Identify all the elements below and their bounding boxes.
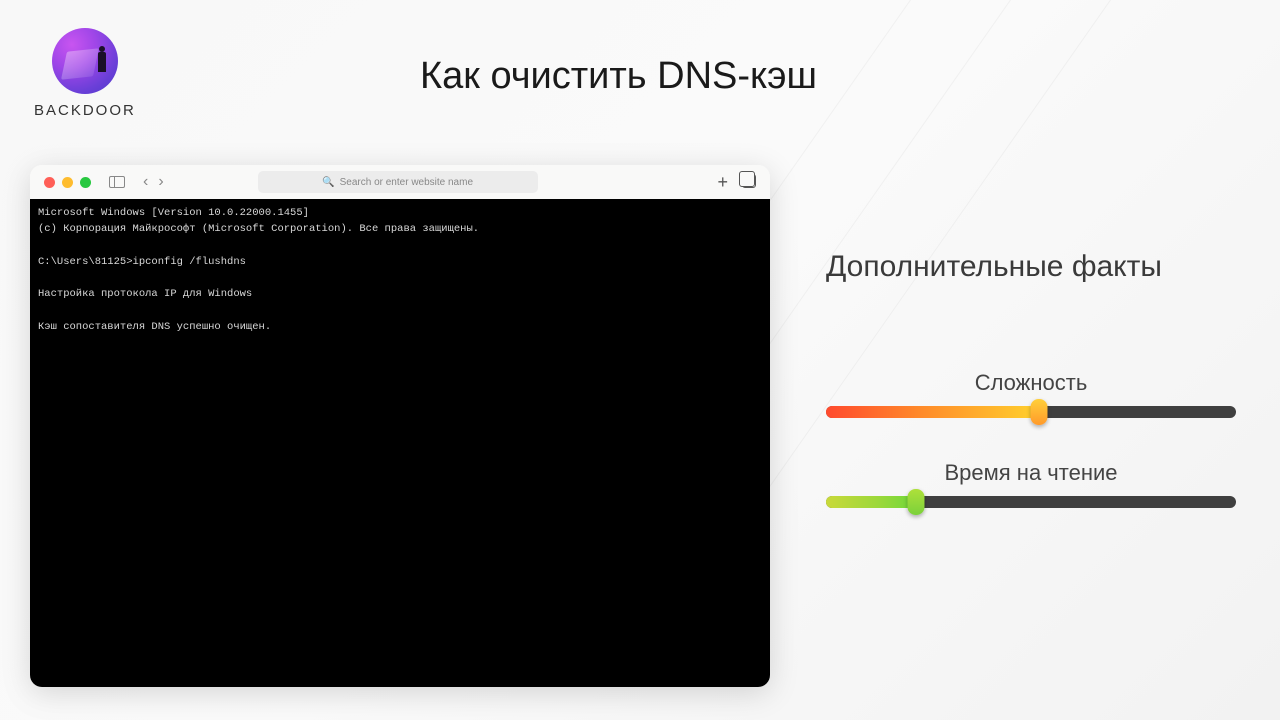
- browser-chrome: ‹ › 🔍 Search or enter website name +: [30, 165, 770, 199]
- slider-track[interactable]: [826, 496, 1236, 508]
- search-icon: 🔍: [322, 177, 334, 188]
- slider-fill: [826, 496, 916, 508]
- slider-read-time: Время на чтение: [826, 460, 1236, 508]
- page-title: Как очистить DNS-кэш: [420, 55, 817, 98]
- facts-heading: Дополнительные факты: [826, 250, 1162, 284]
- back-icon[interactable]: ‹: [143, 173, 148, 191]
- terminal-output: Microsoft Windows [Version 10.0.22000.14…: [30, 199, 770, 687]
- slider-label: Сложность: [826, 370, 1236, 396]
- url-bar[interactable]: 🔍 Search or enter website name: [258, 171, 538, 193]
- brand-name: BACKDOOR: [34, 102, 136, 119]
- new-tab-icon[interactable]: +: [717, 173, 728, 191]
- brand-block: BACKDOOR: [34, 28, 136, 119]
- slider-knob[interactable]: [1031, 399, 1048, 425]
- slider-track[interactable]: [826, 406, 1236, 418]
- url-placeholder: Search or enter website name: [340, 177, 473, 188]
- sidebar-toggle-icon[interactable]: [109, 176, 125, 188]
- slider-fill: [826, 406, 1039, 418]
- maximize-icon[interactable]: [80, 177, 91, 188]
- brand-logo: [52, 28, 118, 94]
- window-controls[interactable]: [44, 177, 91, 188]
- slider-difficulty: Сложность: [826, 370, 1236, 418]
- minimize-icon[interactable]: [62, 177, 73, 188]
- tab-overview-icon[interactable]: [742, 174, 756, 188]
- slider-label: Время на чтение: [826, 460, 1236, 486]
- forward-icon[interactable]: ›: [158, 173, 163, 191]
- slider-knob[interactable]: [908, 489, 925, 515]
- close-icon[interactable]: [44, 177, 55, 188]
- browser-window: ‹ › 🔍 Search or enter website name + Mic…: [30, 165, 770, 687]
